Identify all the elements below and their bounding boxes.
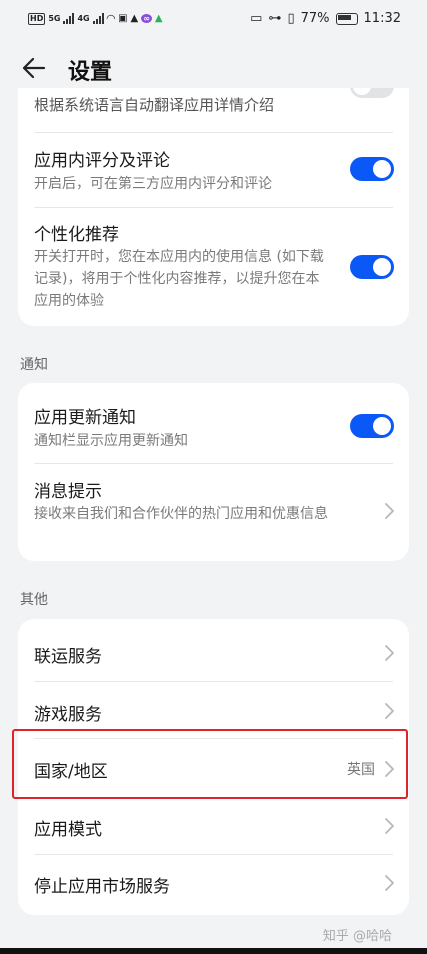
highlight-annotation-box bbox=[12, 729, 408, 799]
page-title: 设置 bbox=[68, 60, 113, 85]
hd-badge: HD bbox=[28, 12, 46, 25]
4g-label: 4G bbox=[77, 14, 90, 23]
row-title: 游戏服务 bbox=[34, 705, 102, 725]
watermark: 知乎 @哈哈 bbox=[322, 929, 392, 944]
update-notification-toggle[interactable] bbox=[350, 414, 394, 438]
chevron-right-icon bbox=[385, 703, 394, 719]
status-bar: HD 5G 4G ◠ ▣ ▲ ∞ ▲ ▭ ⊶ ▯ 77% 11:32 bbox=[0, 0, 427, 40]
app-notification-icon: ▣ bbox=[118, 13, 128, 24]
back-arrow-icon[interactable] bbox=[20, 54, 48, 82]
row-subtitle: 开启后，可在第三方应用内评分和评论 bbox=[34, 176, 272, 192]
list-item-stop-market-service[interactable]: 停止应用市场服务 bbox=[18, 855, 409, 915]
row-title: 应用内评分及评论 bbox=[34, 151, 170, 171]
cat-icon: ▲ bbox=[130, 13, 139, 24]
row-title: 个性化推荐 bbox=[34, 225, 119, 245]
signal-icon bbox=[63, 13, 75, 24]
battery-icon bbox=[335, 12, 358, 25]
chevron-right-icon bbox=[385, 645, 394, 661]
bottom-edge bbox=[0, 948, 427, 954]
list-item-app-mode[interactable]: 应用模式 bbox=[18, 798, 409, 854]
settings-card-general: 根据系统语言自动翻译应用详情介绍 应用内评分及评论 开启后，可在第三方应用内评分… bbox=[18, 88, 409, 326]
list-item-auto-translate[interactable]: 根据系统语言自动翻译应用详情介绍 bbox=[18, 88, 409, 120]
vibrate-icon: ▯ bbox=[287, 11, 295, 26]
link-icon: ∞ bbox=[141, 14, 152, 23]
auto-translate-toggle[interactable] bbox=[350, 88, 394, 98]
list-item-in-app-rating[interactable]: 应用内评分及评论 开启后，可在第三方应用内评分和评论 bbox=[18, 133, 409, 207]
cast-icon: ▭ bbox=[250, 11, 263, 26]
list-item-message-prompt[interactable]: 消息提示 接收来自我们和合作伙伴的热门应用和优惠信息 bbox=[18, 464, 409, 561]
row-title: 应用更新通知 bbox=[34, 408, 136, 428]
row-subtitle: 开关打开时，您在本应用内的使用信息 (如下载记录)，将用于个性化内容推荐，以提升… bbox=[34, 249, 324, 309]
row-subtitle: 通知栏显示应用更新通知 bbox=[34, 433, 188, 449]
list-item-joint-service[interactable]: 联运服务 bbox=[18, 619, 409, 681]
wifi-icon: ◠ bbox=[106, 12, 116, 25]
row-subtitle: 根据系统语言自动翻译应用详情介绍 bbox=[34, 96, 275, 114]
battery-percent: 77% bbox=[300, 11, 330, 26]
row-title: 停止应用市场服务 bbox=[34, 877, 170, 897]
list-item-update-notification[interactable]: 应用更新通知 通知栏显示应用更新通知 bbox=[18, 383, 409, 463]
status-icons-left: HD 5G 4G ◠ ▣ ▲ ∞ ▲ bbox=[28, 12, 163, 25]
list-item-personalized-recommendation[interactable]: 个性化推荐 开关打开时，您在本应用内的使用信息 (如下载记录)，将用于个性化内容… bbox=[18, 208, 409, 326]
row-title: 联运服务 bbox=[34, 647, 102, 667]
row-title: 应用模式 bbox=[34, 820, 102, 840]
section-label-other: 其他 bbox=[20, 592, 48, 608]
row-subtitle: 接收来自我们和合作伙伴的热门应用和优惠信息 bbox=[34, 506, 328, 522]
chevron-right-icon bbox=[385, 503, 394, 519]
chevron-right-icon bbox=[385, 875, 394, 891]
signal-icon-2 bbox=[92, 13, 104, 24]
status-icons-right: ▭ ⊶ ▯ 77% 11:32 bbox=[250, 11, 401, 26]
personalized-recommendation-toggle[interactable] bbox=[350, 255, 394, 279]
in-app-rating-toggle[interactable] bbox=[350, 157, 394, 181]
clock: 11:32 bbox=[363, 11, 401, 26]
chevron-right-icon bbox=[385, 818, 394, 834]
row-title: 消息提示 bbox=[34, 482, 102, 502]
key-icon: ⊶ bbox=[268, 11, 282, 26]
app-header: 设置 bbox=[0, 48, 427, 88]
section-label-notify: 通知 bbox=[20, 357, 48, 373]
5g-label: 5G bbox=[48, 14, 61, 23]
settings-card-notify: 应用更新通知 通知栏显示应用更新通知 消息提示 接收来自我们和合作伙伴的热门应用… bbox=[18, 383, 409, 561]
app-a-icon: ▲ bbox=[154, 13, 163, 24]
